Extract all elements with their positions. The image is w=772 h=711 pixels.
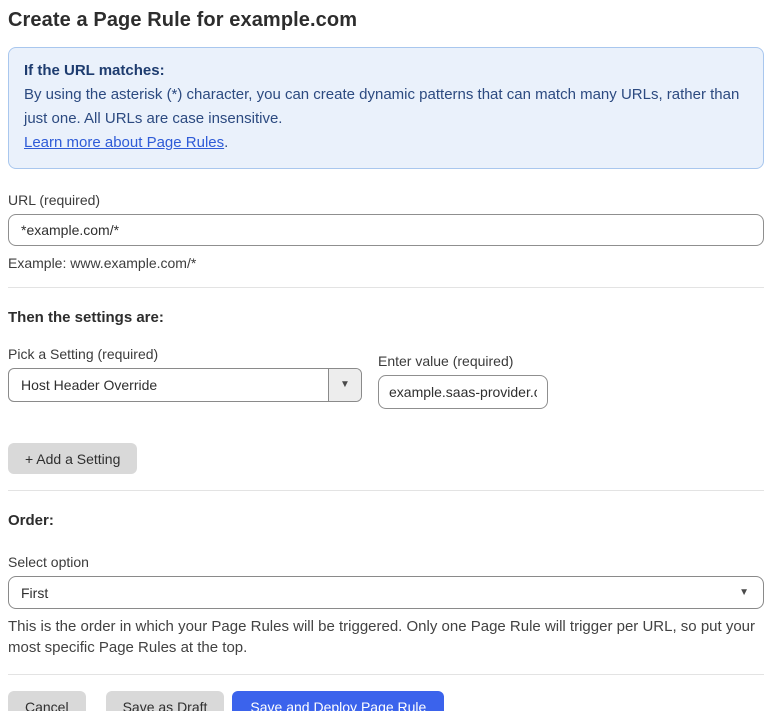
- learn-more-link[interactable]: Learn more about Page Rules: [24, 134, 224, 151]
- info-box-link-line: Learn more about Page Rules.: [24, 131, 748, 155]
- settings-section-heading: Then the settings are:: [8, 309, 164, 326]
- settings-row: Pick a Setting (required) Host Header Ov…: [8, 346, 764, 409]
- setting-label: Pick a Setting (required): [8, 346, 159, 362]
- value-label: Enter value (required): [378, 353, 514, 369]
- order-section-heading: Order:: [8, 512, 54, 529]
- order-select-value: First: [21, 584, 49, 601]
- url-match-info-box: If the URL matches: By using the asteris…: [8, 47, 764, 169]
- info-box-heading: If the URL matches:: [24, 62, 165, 79]
- setting-select-value: Host Header Override: [21, 377, 158, 393]
- order-select[interactable]: First ▼: [8, 576, 764, 609]
- value-column: Enter value (required): [378, 353, 548, 409]
- info-box-body: By using the asterisk (*) character, you…: [24, 86, 740, 127]
- divider: [8, 490, 764, 491]
- link-suffix: .: [224, 134, 229, 151]
- caret-down-icon: ▼: [340, 379, 350, 390]
- order-label: Select option: [8, 554, 89, 570]
- page-title: Create a Page Rule for example.com: [8, 9, 358, 31]
- divider: [8, 674, 764, 675]
- setting-select-arrow-button[interactable]: ▼: [328, 369, 361, 401]
- caret-down-icon: ▼: [739, 586, 749, 598]
- url-example-text: Example: www.example.com/*: [8, 255, 197, 271]
- setting-column: Pick a Setting (required) Host Header Ov…: [8, 346, 362, 402]
- order-help-text: This is the order in which your Page Rul…: [8, 618, 756, 656]
- setting-value-input[interactable]: [378, 375, 548, 409]
- url-label: URL (required): [8, 192, 101, 208]
- cancel-button[interactable]: Cancel: [8, 691, 86, 711]
- divider: [8, 287, 764, 288]
- footer-actions: Cancel Save as Draft Save and Deploy Pag…: [8, 691, 764, 711]
- save-and-deploy-button[interactable]: Save and Deploy Page Rule: [232, 691, 445, 711]
- setting-select[interactable]: Host Header Override ▼: [8, 368, 362, 402]
- create-page-rule-form: Create a Page Rule for example.com If th…: [0, 9, 772, 711]
- add-setting-button[interactable]: + Add a Setting: [8, 443, 138, 474]
- save-as-draft-button[interactable]: Save as Draft: [105, 691, 225, 711]
- url-input[interactable]: [8, 214, 764, 246]
